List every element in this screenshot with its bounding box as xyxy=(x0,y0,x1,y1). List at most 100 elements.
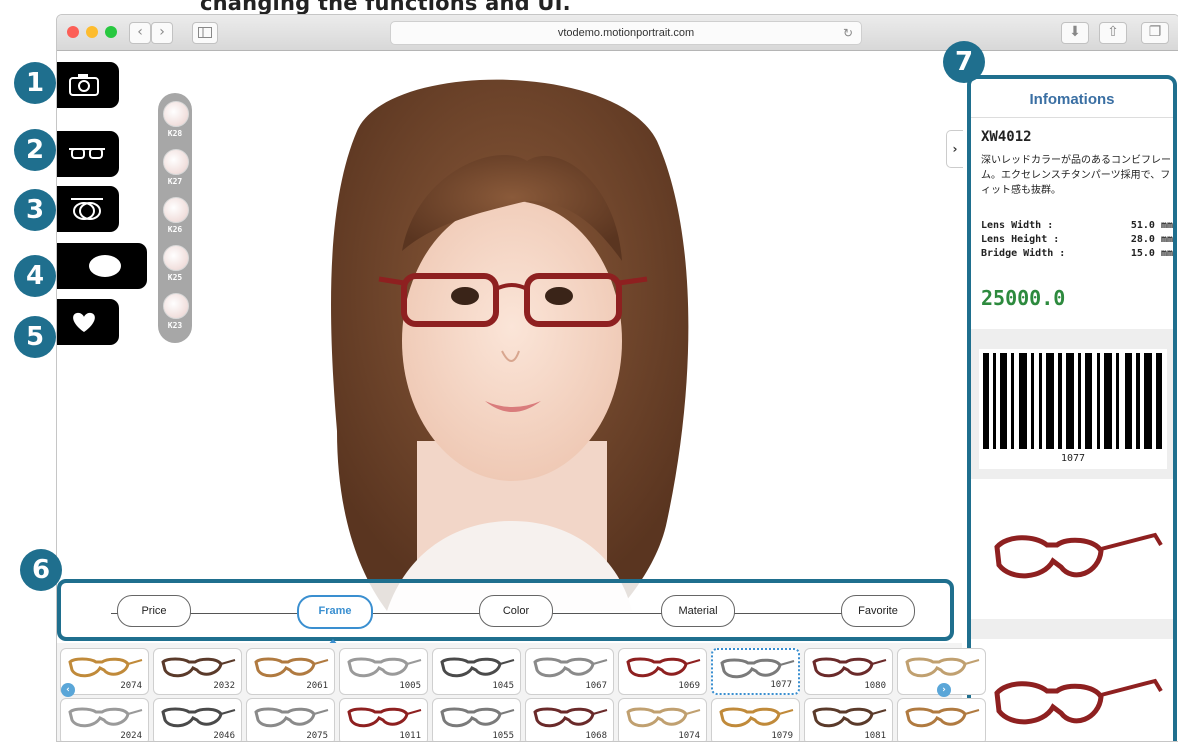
badge-7: 7 xyxy=(943,41,985,83)
lens-icon xyxy=(71,198,103,220)
frame-thumbnail[interactable]: 1080 xyxy=(804,648,893,695)
frame-thumbnail[interactable]: 2032 xyxy=(153,648,242,695)
frame-thumbnail[interactable]: 1077 xyxy=(711,648,800,695)
frame-thumbnail-image xyxy=(533,657,608,678)
frame-code: 2061 xyxy=(306,681,328,691)
frame-code: 1005 xyxy=(399,681,421,691)
filter-color[interactable]: Color xyxy=(479,595,553,627)
frame-thumbnail[interactable]: 1069 xyxy=(618,648,707,695)
frame-thumbnail-image xyxy=(440,657,515,678)
frame-thumbnail[interactable]: 1045 xyxy=(432,648,521,695)
lens-swatch-k26[interactable] xyxy=(163,197,189,223)
frame-thumbnail[interactable]: 2075 xyxy=(246,698,335,741)
frame-thumbnail[interactable]: 1011 xyxy=(339,698,428,741)
frame-code: 1077 xyxy=(770,680,792,690)
tabs-button[interactable]: ❐ xyxy=(1141,22,1169,44)
spec-row: Lens Height : 28.0 mm xyxy=(981,234,1173,245)
filter-material[interactable]: Material xyxy=(661,595,735,627)
frame-thumbnail-image xyxy=(161,707,236,728)
frame-code: 2032 xyxy=(213,681,235,691)
sidebar-icon xyxy=(198,27,212,38)
glasses-frame-icon xyxy=(69,148,105,159)
spec-label: Bridge Width : xyxy=(981,248,1066,259)
badge-1: 1 xyxy=(14,62,56,104)
panel-title: Infomations xyxy=(1029,91,1115,108)
close-window-button[interactable] xyxy=(67,26,79,38)
shape-tool-button[interactable] xyxy=(57,243,147,289)
panel-collapse-button[interactable]: › xyxy=(946,130,963,168)
scroll-left-button[interactable]: ‹ xyxy=(61,683,75,697)
lens-swatch-k23[interactable] xyxy=(163,293,189,319)
model-code: XW4012 xyxy=(981,129,1032,145)
frame-thumbnail[interactable]: 1081 xyxy=(804,698,893,741)
spec-row: Lens Width : 51.0 mm xyxy=(981,220,1173,231)
lens-tool-button[interactable] xyxy=(57,186,119,232)
glasses-image xyxy=(994,532,1163,579)
filter-bar: Price Frame Color Material Favorite xyxy=(57,579,954,646)
heart-icon xyxy=(73,312,95,332)
frame-thumbnail-image xyxy=(68,707,143,728)
favorite-tool-button[interactable] xyxy=(57,299,119,345)
lens-swatch-k25[interactable] xyxy=(163,245,189,271)
title-bar: ‹ › vtodemo.motionportrait.com ↻ ⬇ ⇧ ❐ xyxy=(57,15,1178,51)
frame-thumbnail[interactable]: 1068 xyxy=(525,698,614,741)
product-image-side xyxy=(977,641,1171,741)
top-caption: changing the functions and UI. xyxy=(200,0,571,15)
sidebar-toggle-button[interactable] xyxy=(192,22,218,44)
oval-shape-icon xyxy=(89,255,121,277)
spec-value: 28.0 mm xyxy=(1130,234,1173,245)
frame-thumbnail[interactable] xyxy=(897,698,986,741)
lens-swatch-k28[interactable] xyxy=(163,101,189,127)
lens-label: K23 xyxy=(167,321,183,330)
lens-label: K25 xyxy=(167,273,183,282)
camera-icon xyxy=(69,74,99,96)
filter-price[interactable]: Price xyxy=(117,595,191,627)
frame-thumbnail-image xyxy=(68,657,143,678)
zoom-window-button[interactable] xyxy=(105,26,117,38)
filter-frame[interactable]: Frame xyxy=(297,595,373,629)
frame-tool-button[interactable] xyxy=(57,131,119,177)
reload-icon[interactable]: ↻ xyxy=(843,22,853,44)
spec-row: Bridge Width : 15.0 mm xyxy=(981,248,1173,259)
badge-3: 3 xyxy=(14,189,56,231)
frame-thumbnail[interactable]: 2024 xyxy=(60,698,149,741)
frame-thumbnails: 2074 2032 2061 1005 1045 1067 1069 1077 1080 2024… xyxy=(57,643,986,741)
browser-window: ‹ › vtodemo.motionportrait.com ↻ ⬇ ⇧ ❐ K… xyxy=(56,14,1178,742)
frame-thumbnail[interactable]: 1074 xyxy=(618,698,707,741)
frame-thumbnail-image xyxy=(440,707,515,728)
frame-thumbnail[interactable]: 1005 xyxy=(339,648,428,695)
badge-5: 5 xyxy=(14,316,56,358)
back-button[interactable]: ‹ xyxy=(129,22,151,44)
frame-thumbnail-image xyxy=(161,657,236,678)
try-on-photo xyxy=(57,51,962,611)
camera-tool-button[interactable] xyxy=(57,62,119,108)
frame-thumbnail-image xyxy=(626,707,701,728)
frame-code: 2074 xyxy=(120,681,142,691)
frame-thumbnail[interactable]: 2046 xyxy=(153,698,242,741)
product-description: 深いレッドカラーが品のあるコンビフレーム。エクセレンスチタンパーツ採用で、フィッ… xyxy=(981,155,1171,196)
forward-button[interactable]: › xyxy=(151,22,173,44)
download-button[interactable]: ⬇ xyxy=(1061,22,1089,44)
spec-label: Lens Width : xyxy=(981,220,1054,231)
lens-swatch-k27[interactable] xyxy=(163,149,189,175)
share-button[interactable]: ⇧ xyxy=(1099,22,1127,44)
lens-label: K26 xyxy=(167,225,183,234)
frame-thumbnail-image xyxy=(812,707,887,728)
frame-thumbnail-image xyxy=(533,707,608,728)
lens-label: K27 xyxy=(167,177,183,186)
frame-code: 1080 xyxy=(864,681,886,691)
frame-thumbnail[interactable]: 1079 xyxy=(711,698,800,741)
address-bar[interactable]: vtodemo.motionportrait.com ↻ xyxy=(390,21,862,45)
barcode-number: 1077 xyxy=(1060,453,1086,464)
frame-thumbnail[interactable]: 1067 xyxy=(525,648,614,695)
badge-4: 4 xyxy=(14,255,56,297)
frame-thumbnail-image xyxy=(905,657,980,678)
scroll-right-button[interactable]: › xyxy=(937,683,951,697)
frame-thumbnail[interactable]: 1055 xyxy=(432,698,521,741)
frame-thumbnail[interactable]: 2061 xyxy=(246,648,335,695)
divider xyxy=(971,117,1173,118)
filter-favorite[interactable]: Favorite xyxy=(841,595,915,627)
spec-label: Lens Height : xyxy=(981,234,1060,245)
frame-code: 1045 xyxy=(492,681,514,691)
minimize-window-button[interactable] xyxy=(86,26,98,38)
